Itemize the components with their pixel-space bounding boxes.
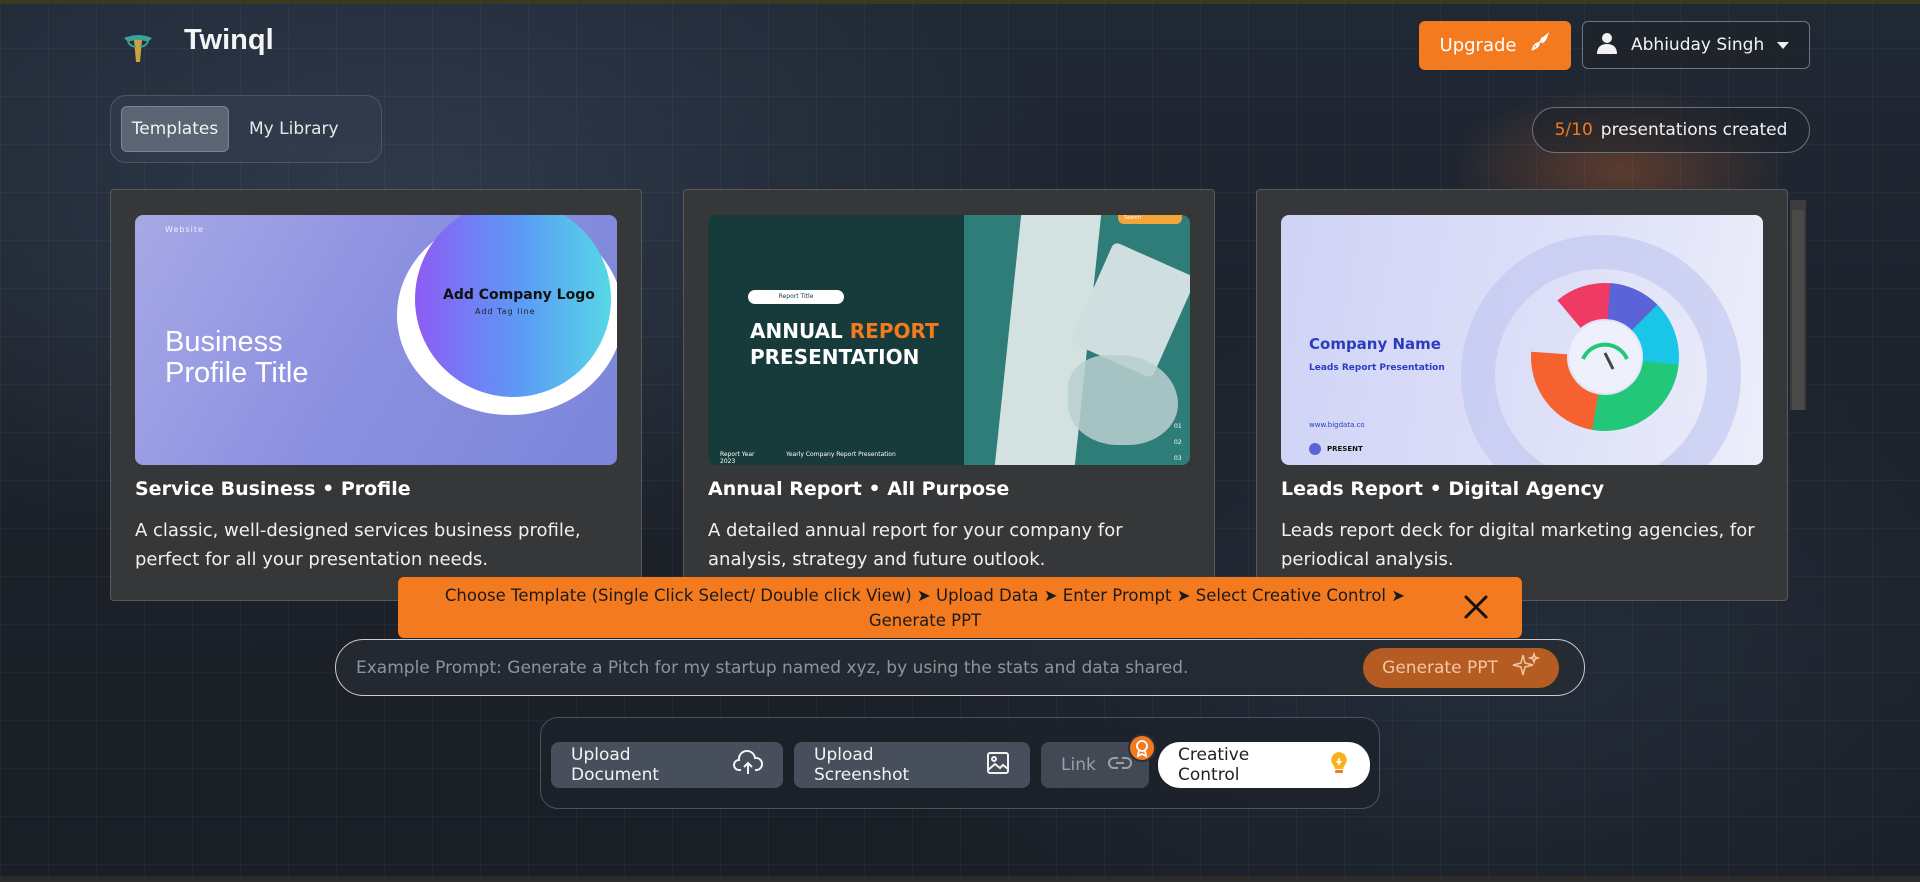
template-description: A classic, well-designed services busine… — [135, 520, 581, 570]
thumb-heading: Business Profile Title — [165, 327, 308, 389]
user-icon — [1595, 31, 1619, 60]
thumb-num: 02 — [1174, 439, 1182, 446]
premium-badge-icon — [1128, 734, 1156, 762]
user-name: Abhiuday Singh — [1631, 35, 1765, 55]
upload-toolbar: Upload Document Upload Screenshot Link C… — [540, 717, 1380, 809]
thumb-heading-line2: PRESENTATION — [750, 345, 920, 369]
prompt-bar: Generate PPT — [335, 639, 1585, 696]
thumb-present-label: PRESENT — [1327, 445, 1363, 453]
thumb-heading-orange: REPORT — [849, 319, 939, 343]
template-card-leads-report[interactable]: Company Name Leads Report Presentation w… — [1256, 189, 1788, 601]
prompt-input[interactable] — [356, 650, 1356, 686]
template-description: A detailed annual report for your compan… — [708, 520, 1123, 570]
tab-templates[interactable]: Templates — [121, 106, 229, 152]
upload-document-label: Upload Document — [571, 745, 660, 785]
counter-label: presentations created — [1600, 120, 1788, 140]
thumb-num: 03 — [1174, 455, 1182, 462]
tab-my-library[interactable]: My Library — [237, 106, 351, 152]
thumb-footer-left: Report Year 2023 — [720, 451, 755, 465]
generate-ppt-button[interactable]: Generate PPT — [1363, 648, 1559, 688]
template-card-annual-report[interactable]: Search Report Title ANNUAL REPORT PRESEN… — [683, 189, 1215, 601]
thumb-footer-right: Yearly Company Report Presentation — [786, 451, 896, 458]
template-thumbnail: Website Add Company Logo Add Tag line Bu… — [135, 215, 617, 465]
cloud-upload-icon — [733, 749, 764, 781]
close-icon[interactable] — [1462, 593, 1490, 621]
chevron-down-icon — [1777, 42, 1789, 49]
thumb-page-numbers: 01 02 03 — [1174, 419, 1182, 465]
template-card-service-business[interactable]: Website Add Company Logo Add Tag line Bu… — [110, 189, 642, 601]
play-icon — [1309, 443, 1321, 455]
upload-screenshot-label: Upload Screenshot — [814, 745, 910, 785]
upgrade-label: Upgrade — [1439, 35, 1517, 56]
bottom-border — [0, 876, 1920, 882]
thumb-heading-line2: Profile Title — [165, 357, 309, 389]
upgrade-button[interactable]: Upgrade — [1419, 21, 1571, 70]
thumb-footer-left-line1: Report Year — [720, 451, 755, 458]
counter-value: 5/10 — [1554, 120, 1593, 140]
thumb-tagline: Add Tag line — [475, 307, 536, 316]
template-title: Annual Report • All Purpose — [708, 478, 1010, 500]
thumb-company-name: Company Name — [1309, 335, 1441, 353]
thumb-num: 01 — [1174, 423, 1182, 430]
upload-document-button[interactable]: Upload Document — [551, 742, 783, 788]
thumb-heading-white: ANNUAL — [750, 319, 843, 343]
instruction-text: Choose Template (Single Click Select/ Do… — [444, 586, 1406, 630]
link-label: Link — [1061, 755, 1096, 775]
thumb-website-text: Website — [165, 225, 204, 234]
user-menu-button[interactable]: Abhiuday Singh — [1582, 21, 1810, 69]
top-border — [0, 0, 1920, 4]
creative-control-label: Creative Control — [1178, 745, 1250, 785]
template-thumbnail: Search Report Title ANNUAL REPORT PRESEN… — [708, 215, 1190, 465]
thumb-search-tab: Search — [1118, 215, 1182, 224]
thumb-logo-text: Add Company Logo — [443, 287, 595, 303]
link-icon — [1107, 755, 1132, 776]
scrollbar-thumb[interactable] — [1792, 210, 1804, 410]
upload-screenshot-button[interactable]: Upload Screenshot — [794, 742, 1030, 788]
thumb-heading: ANNUAL REPORT PRESENTATION — [750, 318, 939, 370]
sparkles-icon — [1510, 651, 1541, 686]
template-title: Service Business • Profile — [135, 478, 411, 500]
template-title: Leads Report • Digital Agency — [1281, 478, 1605, 500]
thumb-donut-chart — [1531, 283, 1679, 431]
image-icon — [986, 751, 1010, 780]
thumb-footer-left-line2: 2023 — [720, 458, 736, 465]
template-description: Leads report deck for digital marketing … — [1281, 520, 1755, 570]
thumb-report-pill: Report Title — [748, 290, 844, 304]
instruction-banner: Choose Template (Single Click Select/ Do… — [398, 577, 1522, 638]
app-name: Twinql — [184, 24, 274, 56]
tab-bar: Templates My Library — [110, 95, 382, 163]
thumb-present: PRESENT — [1309, 443, 1363, 455]
creative-control-button[interactable]: Creative Control — [1158, 742, 1370, 788]
thumb-subtitle: Leads Report Presentation — [1309, 363, 1445, 373]
lightbulb-icon — [1328, 750, 1350, 781]
template-thumbnail: Company Name Leads Report Presentation w… — [1281, 215, 1763, 465]
presentation-counter: 5/10 presentations created — [1532, 107, 1810, 153]
rocket-icon — [1528, 32, 1550, 59]
generate-label: Generate PPT — [1382, 658, 1498, 678]
thumb-url: www.bigdata.co — [1309, 421, 1365, 429]
app-logo[interactable] — [120, 30, 156, 66]
thumb-heading-line1: Business — [165, 326, 283, 358]
